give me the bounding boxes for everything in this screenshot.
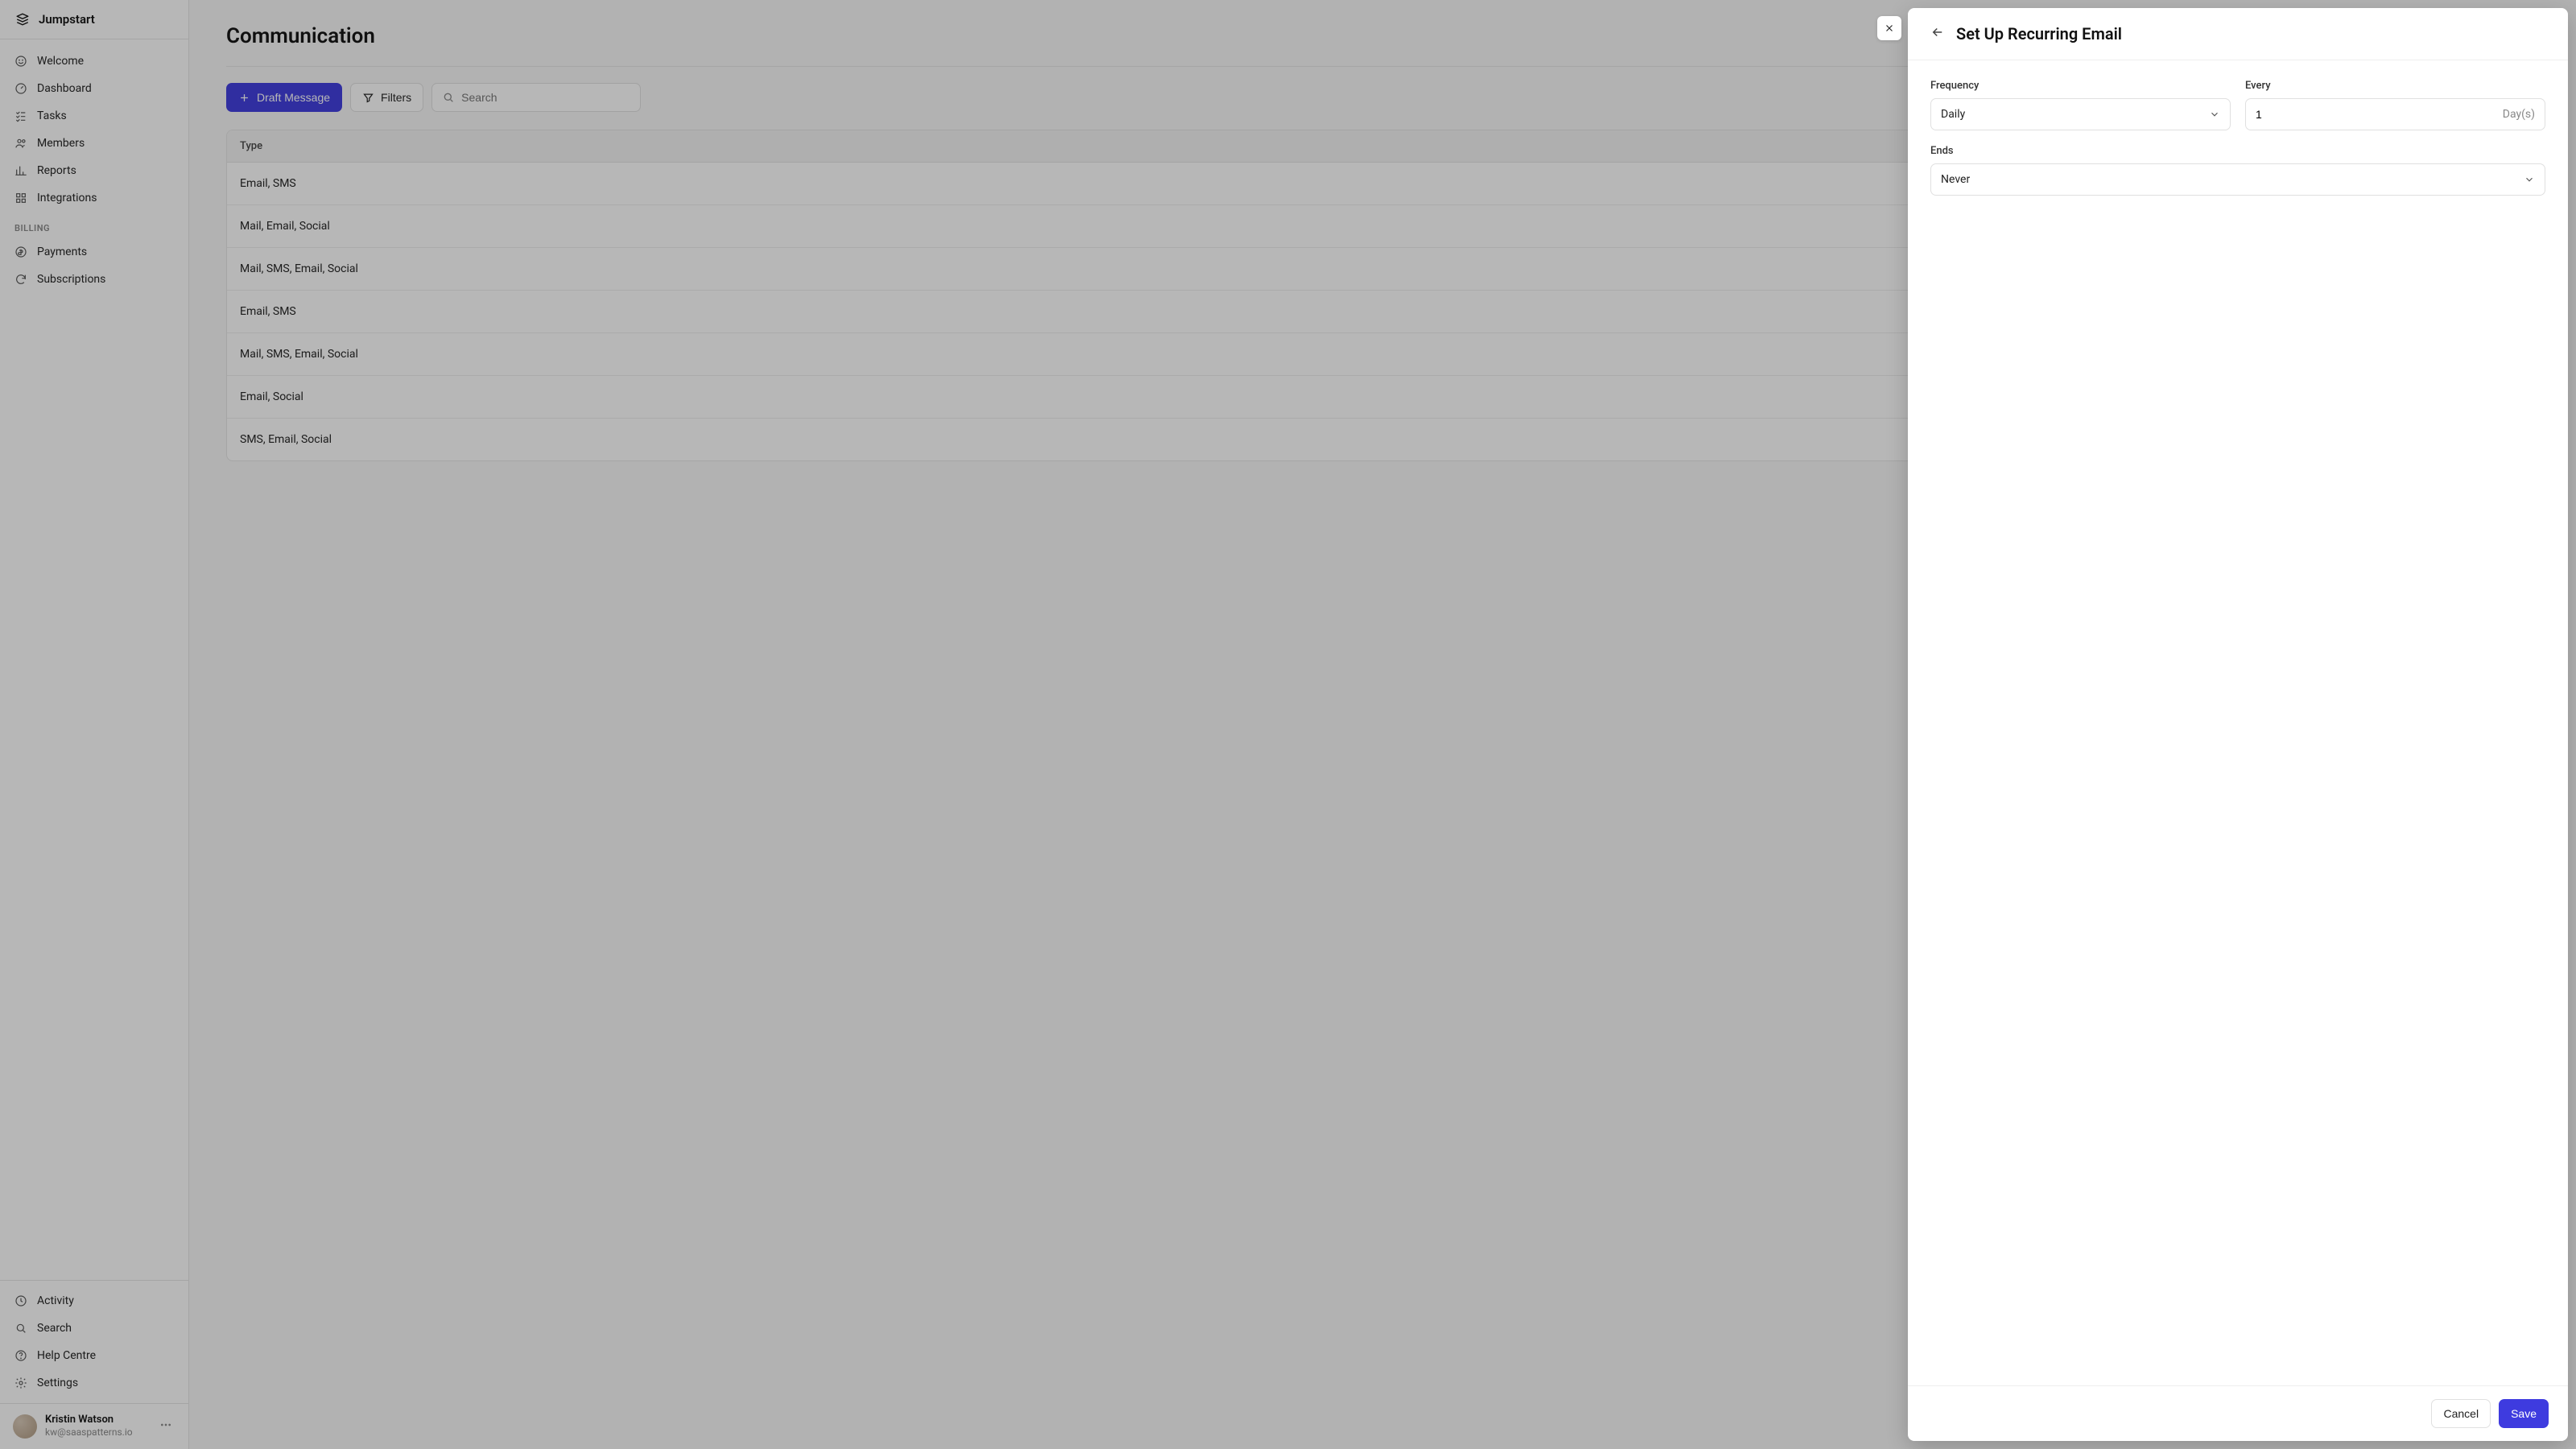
frequency-select[interactable]: Daily [1930,98,2231,130]
ends-field: Ends Never [1930,145,2545,196]
frequency-value: Daily [1941,108,1965,121]
every-field: Every Day(s) [2245,80,2545,130]
ends-label: Ends [1930,145,2545,157]
frequency-field: Frequency Daily [1930,80,2231,130]
ends-select[interactable]: Never [1930,163,2545,196]
panel-header: Set Up Recurring Email [1908,8,2568,60]
cancel-button[interactable]: Cancel [2431,1399,2491,1428]
panel-footer: Cancel Save [1908,1385,2568,1441]
arrow-left-icon [1930,25,1945,39]
every-input[interactable] [2256,108,2503,121]
chevron-down-icon [2209,109,2220,120]
close-icon [1884,23,1895,34]
chevron-down-icon [2524,174,2535,185]
recurring-email-panel: Set Up Recurring Email Frequency Daily E… [1908,8,2568,1441]
back-button[interactable] [1930,25,1945,43]
frequency-label: Frequency [1930,80,2231,92]
panel-body: Frequency Daily Every Day(s) Ends [1908,60,2568,1385]
close-panel-button[interactable] [1877,16,1901,40]
every-label: Every [2245,80,2545,92]
every-input-group[interactable]: Day(s) [2245,98,2545,130]
panel-title: Set Up Recurring Email [1956,24,2122,43]
save-button[interactable]: Save [2499,1399,2549,1428]
every-unit: Day(s) [2503,108,2535,121]
ends-value: Never [1941,173,1970,186]
